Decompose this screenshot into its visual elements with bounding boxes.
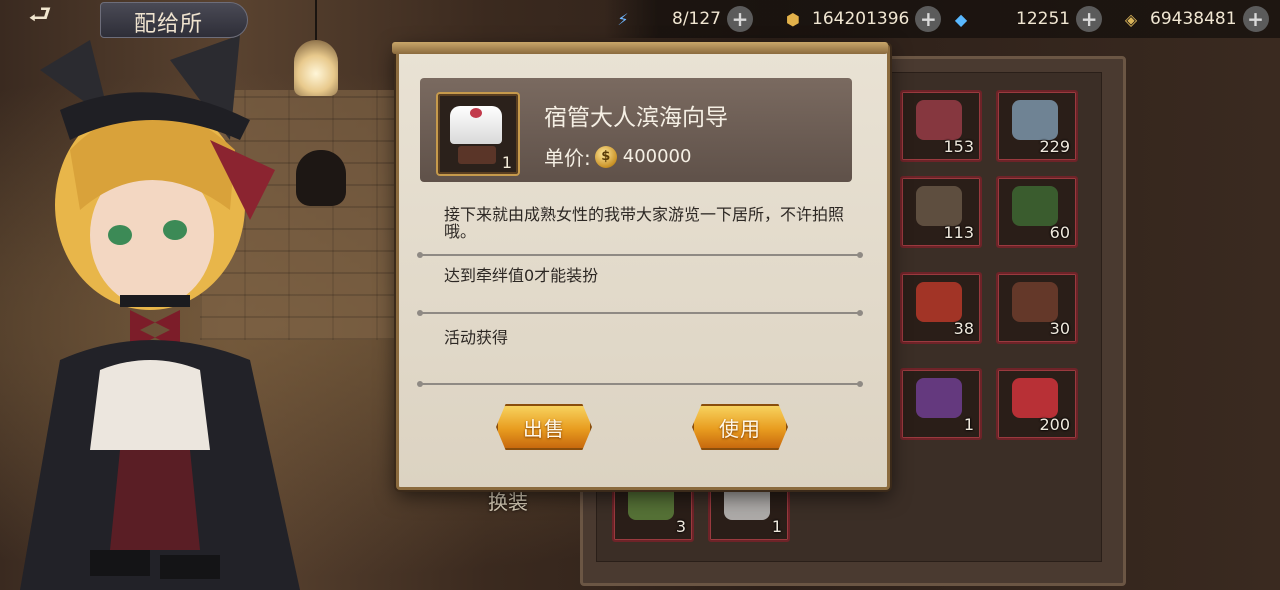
gold-coin-icon: $ <box>594 145 617 168</box>
item-count: 229 <box>1039 137 1070 156</box>
item-quantity: 1 <box>501 153 512 172</box>
item-count: 153 <box>943 137 974 156</box>
item-name: 宿管大人滨海向导 <box>544 105 728 131</box>
add-gold-button[interactable]: + <box>915 6 942 32</box>
inventory-item[interactable]: 30 <box>996 272 1078 344</box>
item-count: 3 <box>675 517 686 536</box>
add-gem-button[interactable]: + <box>1076 6 1103 32</box>
gold-coin-icon: ⬢ <box>786 9 800 29</box>
resource-energy: ⚡ 8/127 + <box>612 6 753 32</box>
back-button[interactable]: ⮐ <box>14 0 66 32</box>
item-count: 38 <box>953 319 974 338</box>
item-count: 1 <box>771 517 782 536</box>
inventory-item[interactable]: 229 <box>996 90 1078 162</box>
inventory-item[interactable]: 153 <box>900 90 982 162</box>
red-bird-icon <box>916 282 962 322</box>
sell-button[interactable]: 出售 <box>496 404 592 450</box>
snow-globe-icon <box>1012 100 1058 140</box>
bow-icon <box>470 108 482 118</box>
inventory-item[interactable]: 38 <box>900 272 982 344</box>
gem-card-icon: ◆ <box>954 9 968 29</box>
item-count: 60 <box>1049 223 1070 242</box>
item-count: 1 <box>963 415 974 434</box>
item-source: 活动获得 <box>444 328 509 347</box>
item-count: 30 <box>1049 319 1070 338</box>
treasure-chest-icon <box>916 186 962 226</box>
price-label: 单价: <box>544 146 591 170</box>
resource-gem: ◆ 12251 + <box>950 6 1103 32</box>
add-crystal-button[interactable]: + <box>1242 6 1269 32</box>
lock-diary-icon <box>1012 282 1058 322</box>
inventory-item[interactable]: 1 <box>900 368 982 440</box>
item-requirement: 达到牵绊值0才能装扮 <box>444 266 599 285</box>
inventory-item[interactable]: 200 <box>996 368 1078 440</box>
purple-bag-icon <box>916 378 962 418</box>
resource-gold: ⬢ 164201396 + <box>782 6 942 32</box>
inventory-item[interactable]: 60 <box>996 176 1078 248</box>
character-illustration <box>20 35 300 590</box>
red-teacup-icon <box>1012 378 1058 418</box>
resource-crystal: ◈ 69438481 + <box>1120 6 1269 32</box>
price-row: 单价: $ 400000 <box>544 142 691 171</box>
item-thumbnail: 1 <box>436 92 520 176</box>
divider <box>417 381 863 387</box>
divider <box>417 310 863 316</box>
page-title: 配给所 <box>134 12 204 37</box>
bonsai-tree-icon <box>1012 186 1058 226</box>
crystal-icon: ◈ <box>1124 9 1138 29</box>
lightning-icon: ⚡ <box>617 9 629 29</box>
item-description: 接下来就由成熟女性的我带大家游览一下居所，不许拍照哦。 <box>444 205 845 241</box>
heart-necklace-icon <box>916 100 962 140</box>
outfit-base <box>458 146 496 164</box>
divider <box>417 252 863 258</box>
item-count: 113 <box>943 223 974 242</box>
dialog-top-trim <box>392 42 888 54</box>
resource-value: 164201396 <box>812 9 910 29</box>
resource-value: 69438481 <box>1150 9 1237 29</box>
use-button[interactable]: 使用 <box>692 404 788 450</box>
swap-outfit-button[interactable]: 换装 <box>488 486 528 515</box>
add-energy-button[interactable]: + <box>727 6 753 32</box>
inventory-item[interactable]: 113 <box>900 176 982 248</box>
price-value: 400000 <box>622 146 692 167</box>
resource-value: 12251 <box>1016 9 1071 29</box>
resource-value: 8/127 <box>672 9 721 29</box>
item-count: 200 <box>1039 415 1070 434</box>
